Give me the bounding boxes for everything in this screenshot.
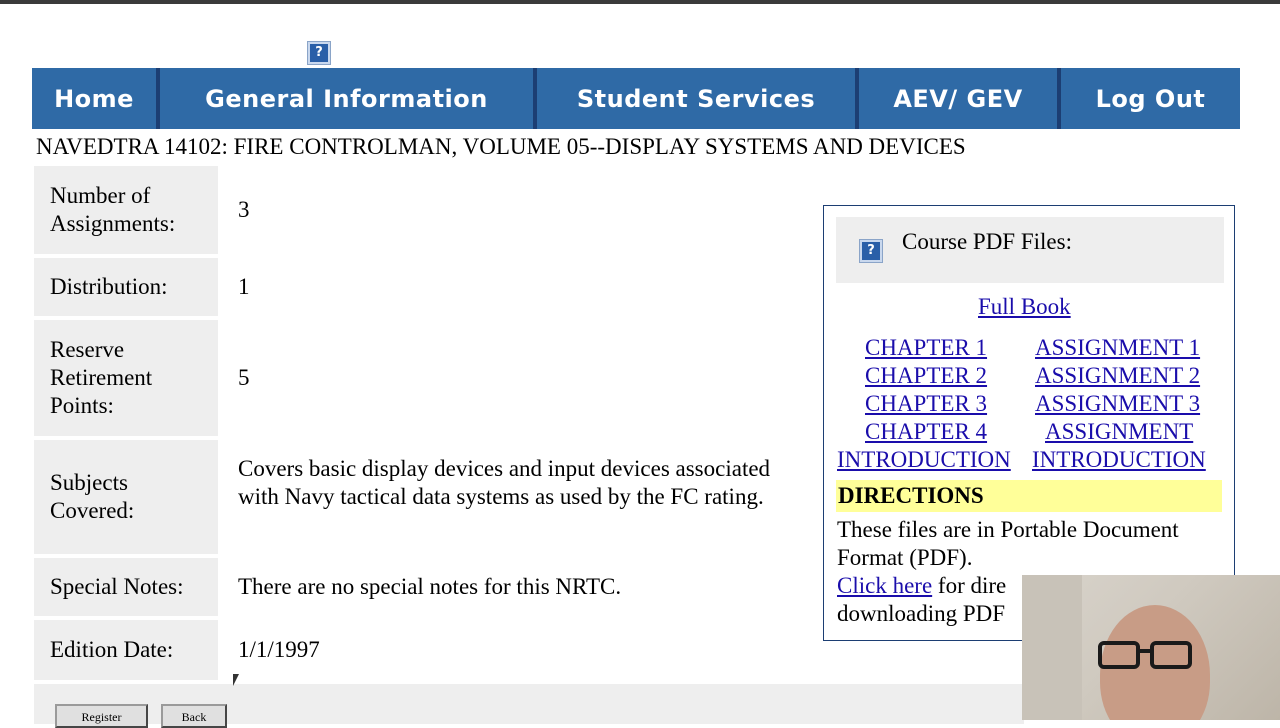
nav-general-information[interactable]: General Information (160, 68, 537, 129)
nav-log-out[interactable]: Log Out (1061, 68, 1240, 129)
window-top-border (0, 0, 1280, 4)
info-label: Subjects Covered: (34, 440, 218, 554)
chapter-3-link[interactable]: CHAPTER 3 (865, 391, 987, 417)
info-row-subjects: Subjects Covered: Covers basic display d… (34, 440, 770, 554)
chapter-introduction-link[interactable]: INTRODUCTION (837, 447, 1011, 473)
info-row-retirement-points: Reserve Retirement Points: 5 (34, 320, 250, 436)
assignment-introduction-link-line2[interactable]: INTRODUCTION (1032, 447, 1206, 473)
full-book-link[interactable]: Full Book (978, 294, 1071, 320)
directions-body: These files are in Portable Document For… (837, 517, 1179, 570)
chapter-1-link[interactable]: CHAPTER 1 (865, 335, 987, 361)
assignment-introduction-link[interactable]: ASSIGNMENT (1045, 419, 1193, 445)
info-value: 1 (238, 274, 250, 299)
info-row-edition-date: Edition Date: 1/1/1997 (34, 620, 320, 680)
nav-home[interactable]: Home (32, 68, 160, 129)
chapter-2-link[interactable]: CHAPTER 2 (865, 363, 987, 389)
nav-student-services[interactable]: Student Services (537, 68, 859, 129)
directions-downloading: downloading PDF (837, 601, 1006, 626)
mouse-cursor (233, 674, 239, 686)
info-label: Number of Assignments: (34, 166, 218, 254)
assignment-2-link[interactable]: ASSIGNMENT 2 (1035, 363, 1200, 389)
info-value: Covers basic display devices and input d… (238, 456, 771, 509)
nav-aev-gev[interactable]: AEV/ GEV (859, 68, 1061, 129)
help-icon[interactable]: ? (859, 239, 883, 263)
directions-suffix: for dire (932, 573, 1007, 598)
glasses-bridge (1138, 649, 1152, 653)
webcam-overlay (1022, 575, 1280, 720)
info-row-assignments: Number of Assignments: 3 (34, 166, 250, 254)
glasses-icon (1098, 641, 1140, 669)
info-label: Reserve Retirement Points: (34, 320, 218, 436)
info-label: Distribution: (34, 258, 218, 316)
info-value: There are no special notes for this NRTC… (238, 574, 622, 599)
main-nav: Home General Information Student Service… (32, 68, 1240, 129)
back-button[interactable]: Back (161, 704, 227, 728)
pdf-panel-title: Course PDF Files: (902, 229, 1072, 254)
directions-heading: DIRECTIONS (836, 480, 1222, 512)
chapter-4-link[interactable]: CHAPTER 4 (865, 419, 987, 445)
webcam-background (1022, 575, 1082, 720)
info-label: Edition Date: (34, 620, 218, 680)
info-value: 3 (238, 197, 250, 222)
info-value: 1/1/1997 (238, 637, 320, 662)
assignment-1-link[interactable]: ASSIGNMENT 1 (1035, 335, 1200, 361)
info-value: 5 (238, 365, 250, 390)
glasses-icon (1150, 641, 1192, 669)
register-button[interactable]: Register (55, 704, 148, 728)
course-title: NAVEDTRA 14102: FIRE CONTROLMAN, VOLUME … (36, 134, 966, 159)
assignment-3-link[interactable]: ASSIGNMENT 3 (1035, 391, 1200, 417)
info-row-special-notes: Special Notes: There are no special note… (34, 558, 621, 616)
help-icon[interactable]: ? (307, 41, 331, 65)
info-label: Special Notes: (34, 558, 218, 616)
pdf-panel-header: ? Course PDF Files: (836, 217, 1224, 283)
click-here-link[interactable]: Click here (837, 573, 932, 598)
info-row-distribution: Distribution: 1 (34, 258, 250, 316)
